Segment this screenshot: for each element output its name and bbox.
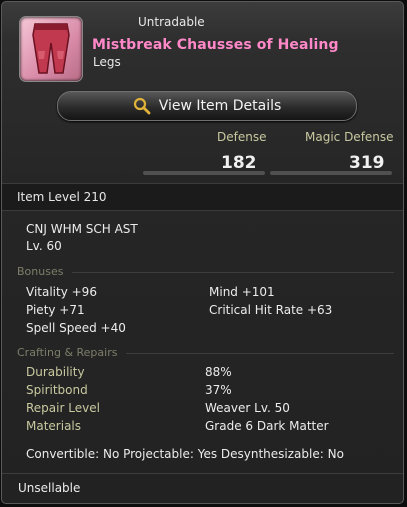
footer-divider	[2, 473, 403, 474]
magic-defense-bar	[270, 171, 392, 175]
view-item-details-label: View Item Details	[158, 98, 282, 114]
bonus-stat: Critical Hit Rate +63	[209, 303, 333, 317]
materials-value: Grade 6 Dark Matter	[205, 419, 329, 433]
defense-bar	[143, 171, 265, 175]
repair-level-label: Repair Level	[26, 401, 100, 415]
materials-label: Materials	[26, 419, 82, 433]
repair-level-value: Weaver Lv. 50	[205, 401, 290, 415]
defense-value: 182	[221, 153, 257, 173]
required-level: Lv. 60	[26, 239, 62, 253]
bonuses-divider	[72, 272, 394, 273]
bonus-stat: Piety +71	[26, 303, 85, 317]
bonus-stat: Spell Speed +40	[26, 321, 126, 335]
item-tooltip: Untradable Mistbreak Chausses of Healing…	[1, 1, 404, 504]
item-level-band: Item Level 210	[2, 183, 403, 211]
durability-value: 88%	[205, 365, 232, 379]
crafting-heading: Crafting & Repairs	[17, 346, 118, 359]
defense-label: Defense	[217, 130, 267, 144]
item-flags: Convertible: No Projectable: Yes Desynth…	[26, 447, 344, 461]
durability-label: Durability	[26, 365, 85, 379]
tooltip-header: Untradable Mistbreak Chausses of Healing…	[2, 2, 403, 182]
view-item-details-button[interactable]: View Item Details	[57, 91, 357, 121]
magic-defense-label: Magic Defense	[305, 130, 394, 144]
item-name: Mistbreak Chausses of Healing	[92, 37, 339, 53]
magnifier-icon	[133, 97, 151, 115]
bonus-stat: Vitality +96	[26, 285, 97, 299]
sell-status: Unsellable	[18, 481, 81, 495]
item-level: Item Level 210	[17, 190, 107, 204]
tradability-label: Untradable	[138, 15, 205, 29]
job-list: CNJ WHM SCH AST	[26, 222, 138, 236]
bonuses-heading: Bonuses	[17, 265, 64, 278]
crafting-divider	[126, 353, 394, 354]
bonus-stat: Mind +101	[209, 285, 275, 299]
item-slot: Legs	[93, 55, 121, 69]
legs-armor-icon	[19, 16, 83, 82]
magic-defense-value: 319	[349, 153, 385, 173]
spiritbond-value: 37%	[205, 383, 232, 397]
spiritbond-label: Spiritbond	[26, 383, 88, 397]
